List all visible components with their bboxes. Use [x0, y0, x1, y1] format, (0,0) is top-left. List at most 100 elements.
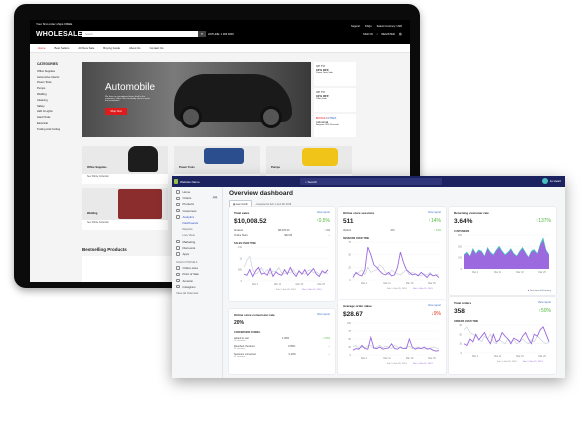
x-tick-label: Mar 25 [538, 271, 546, 274]
dashboard-search[interactable]: ⌕ Search [300, 178, 442, 185]
card-sessions: Online store sessions View report 511 ↑1… [338, 207, 446, 301]
support-link[interactable]: Support [351, 25, 360, 28]
sidebar-label: Reports [182, 227, 193, 232]
sales-channels-title: SALES CHANNELS [176, 261, 198, 265]
row-label: Online Store [234, 234, 248, 237]
change-badge: ↓9% [431, 311, 441, 317]
funnel-row: Reached checkout 0.55% –11 sessions [234, 345, 330, 350]
sidebar-label: Analytics [182, 214, 195, 219]
view-report-link[interactable]: View report [317, 211, 330, 214]
card-value: 511 [343, 218, 354, 225]
current-period-line [352, 335, 440, 352]
orders-chart: 30 20 10 0 Mar 4 Mar 11 Mar 18 Mar 25 Feb 1–Feb … [459, 324, 550, 363]
product-card[interactable] [82, 256, 172, 282]
website-header: Your first order ships FREE WHOLESALE Se… [30, 20, 410, 44]
user-menu[interactable]: Jo Heart [541, 178, 561, 184]
x-tick-label: Mar 18 [406, 357, 414, 360]
tile-label: Pumps [271, 166, 280, 169]
x-tick-label: Mar 18 [406, 282, 414, 285]
logo[interactable]: WHOLESALE [36, 31, 83, 38]
sign-in-link[interactable]: SIGN IN [363, 33, 373, 36]
sidebar-label: Marketing [182, 239, 196, 244]
y-tick-label: 1.5k [237, 246, 242, 249]
products-icon [176, 202, 180, 207]
row-label: Amazon [234, 229, 244, 232]
x-tick-label: Mar 4 [472, 355, 479, 358]
nav-contact[interactable]: Contact Us [150, 46, 164, 50]
view-report-link[interactable]: View report [538, 301, 551, 304]
card-title: Returning customer rate [454, 211, 489, 215]
y-tick-label: 10 [459, 343, 462, 346]
x-tick-label: Mar 11 [494, 355, 502, 358]
tile-label: Power Tools [179, 166, 195, 169]
category-item[interactable]: Tooling And Cutting [37, 127, 81, 133]
customers-icon [176, 208, 180, 213]
see-collection-link[interactable]: See Whole Collection [82, 220, 168, 226]
y-tick-label: 0 [350, 354, 352, 357]
website-search[interactable]: Search ⌕ [82, 31, 206, 37]
nav-best-sellers[interactable]: Best Sellers [54, 46, 69, 50]
y-tick-label: 300 [458, 234, 463, 237]
nav-new-sale[interactable]: All New Sale [78, 46, 94, 50]
channel-icon [176, 266, 180, 270]
y-tick-label: 50 [348, 338, 351, 341]
x-tick-label: Mar 25 [538, 355, 546, 358]
shop-now-button[interactable]: Shop Now [105, 108, 127, 115]
promo-brands[interactable]: BOSCH INTEX Industrial Bargains 30% Discou… [314, 114, 356, 137]
x-tick-label: Mar 11 [383, 282, 391, 285]
sidebar-item-apps[interactable]: Apps [172, 251, 222, 257]
bestselling-heading: Bestselling Products [82, 247, 127, 252]
funnel-value: 0.20% [288, 353, 296, 356]
dashboard-sidebar: Home Orders 100 Products Customers Analytics D… [172, 187, 223, 378]
legend-current: Mar 1–Mar 31, 2019 [302, 288, 322, 291]
cart-icon[interactable]: 🛍 [399, 33, 402, 36]
date-range-label: Last month [235, 202, 248, 206]
aov-chart: 100 75 50 25 0 Mar 4 Mar 11 Mar 18 Mar 25 Feb 1–F… [347, 322, 440, 365]
x-tick-label: Mar 4 [361, 282, 368, 285]
nav-about[interactable]: About Us [129, 46, 141, 50]
promo-sub: Bargains 30% Discount [316, 124, 339, 126]
channel-icon [176, 278, 180, 283]
banner-text: We have an exceptional team, built to th… [105, 96, 150, 102]
promo-power-tools[interactable]: UP TO 10% OFF Power Tools Sale [314, 62, 356, 86]
view-report-link[interactable]: View report [428, 211, 441, 214]
tile-office-supplies[interactable]: Office Supplies See Whole Collection [82, 146, 168, 184]
view-report-link[interactable]: View report [428, 304, 441, 307]
home-icon [176, 190, 180, 194]
currency-select[interactable]: Select Currency: USD [377, 25, 402, 28]
card-title: Total sales [234, 211, 250, 215]
nav-home[interactable]: Home [38, 46, 45, 50]
faq-link[interactable]: FAQs [365, 25, 372, 28]
legend-current: Mar 1–Mar 31, 2019 [413, 287, 433, 290]
nav-buying-guide[interactable]: Buying Guide [103, 46, 120, 50]
x-tick-label: Mar 25 [428, 357, 436, 360]
card-value: 358 [454, 308, 465, 315]
search-placeholder: Search [307, 180, 318, 184]
register-link[interactable]: REGISTER [381, 33, 394, 36]
y-tick-label: 0 [461, 352, 463, 355]
tile-label: Welding [87, 212, 98, 215]
funnel-value: 0.55% [288, 345, 296, 348]
row-change: ↑ 2% [324, 229, 330, 232]
card-title: Total orders [454, 301, 472, 305]
orders-icon [176, 196, 180, 201]
user-name: Jo Heart [549, 179, 561, 183]
funnel-title: CONVERSION FUNNEL [234, 331, 261, 334]
search-placeholder: Search [85, 32, 93, 36]
tile-welding[interactable]: Welding See Whole Collection [82, 188, 168, 230]
search-icon[interactable]: ⌕ [198, 31, 206, 37]
row-change: – [328, 234, 330, 237]
store-name[interactable]: Website Name [180, 180, 200, 184]
see-collection-link[interactable]: See Whole Collection [82, 174, 168, 180]
wheel [180, 106, 202, 128]
card-total-sales: Total sales View report $10,008.52 ↑0.5%… [229, 207, 335, 301]
change-badge: ↑14% [428, 218, 441, 224]
pump-image [302, 148, 338, 166]
sales-chart: 1.5k 1k 500 0 Mar 4 Mar 11 Mar 18 Mar 25 Feb 1–F… [237, 246, 329, 291]
view-all-channels[interactable]: View all channels [172, 290, 222, 296]
promo-office[interactable]: UP TO 10% OFF Office Sale [314, 88, 356, 112]
x-tick-label: Mar 18 [296, 283, 304, 286]
x-tick-label: Mar 18 [516, 355, 524, 358]
tile-label: Office Supplies [87, 166, 107, 169]
view-report-link[interactable]: View report [317, 313, 330, 316]
